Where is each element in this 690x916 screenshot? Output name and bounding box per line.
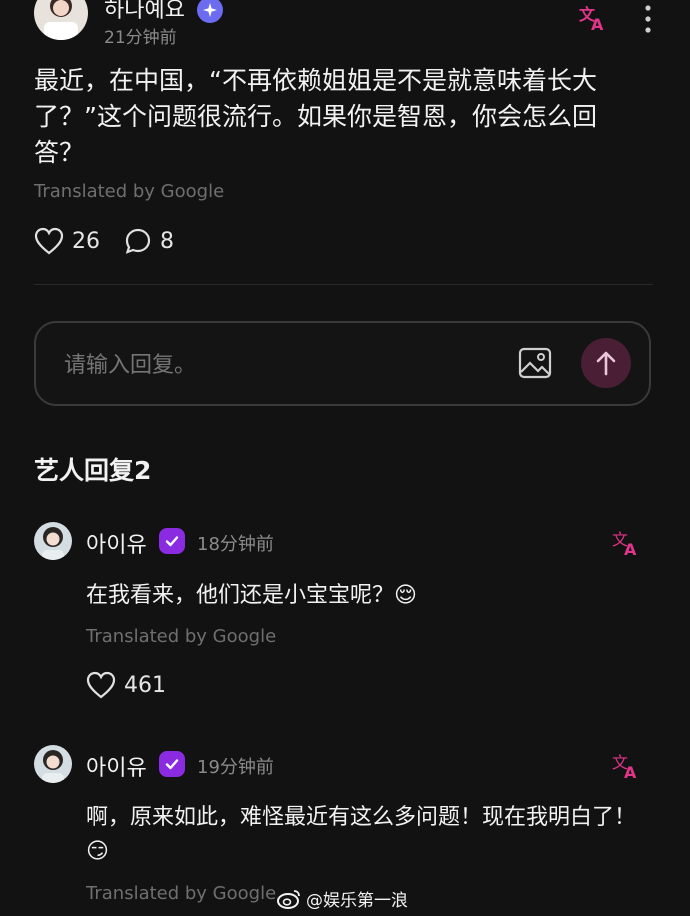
post-translated-label: Translated by Google [34, 181, 225, 202]
reply-text: 啊，原来如此，难怪最近有这么多问题！现在我明白了！ 😏 [86, 801, 646, 869]
reply-timestamp: 19分钟前 [197, 757, 274, 778]
post-text: 最近，在中国，“不再依赖姐姐是不是就意味着长大了？”这个问题很流行。如果你是智恩… [34, 66, 597, 167]
reply-avatar[interactable] [34, 522, 72, 560]
comment-icon [125, 228, 151, 254]
translate-icon[interactable]: 文 A [611, 527, 641, 561]
post-like-count: 26 [72, 228, 100, 254]
heart-icon [34, 227, 64, 255]
watermark: @娱乐第一浪 [276, 886, 408, 911]
reply-avatar[interactable] [34, 745, 72, 783]
reply-text-content: 在我看来，他们还是小宝宝呢？ [86, 583, 395, 608]
post-comment-count: 8 [160, 228, 174, 254]
reply-text-content: 啊，原来如此，难怪最近有这么多问题！现在我明白了！ [86, 805, 637, 830]
arrow-up-icon [596, 351, 616, 376]
reply-translated-label: Translated by Google [86, 626, 277, 647]
reply-like-button[interactable]: 461 [86, 671, 166, 699]
reply-input[interactable] [62, 344, 486, 386]
reply-timestamp: 18分钟前 [197, 534, 274, 555]
author-avatar[interactable] [34, 0, 88, 40]
image-icon[interactable] [518, 347, 552, 383]
translate-icon[interactable]: 文 A [578, 2, 608, 38]
heart-icon [86, 671, 116, 699]
divider [34, 284, 653, 285]
verified-badge-icon [197, 0, 223, 23]
translate-icon[interactable]: 文 A [611, 750, 641, 784]
reply-emoji: 😏 [86, 839, 109, 864]
svg-text:A: A [591, 15, 604, 32]
post-comment-button[interactable]: 8 [124, 227, 174, 255]
reply-text: 在我看来，他们还是小宝宝呢？😌 [86, 579, 646, 613]
svg-text:A: A [624, 763, 637, 780]
reply-author-name[interactable]: 아이유 [86, 750, 147, 782]
watermark-text: @娱乐第一浪 [306, 891, 408, 911]
reply-translated-label: Translated by Google [86, 883, 277, 904]
section-title: 艺人回复2 [34, 456, 152, 485]
send-button[interactable] [581, 338, 631, 388]
more-vert-icon[interactable] [641, 4, 655, 34]
reply-author-name[interactable]: 아이유 [86, 527, 147, 559]
verified-badge-icon [159, 751, 185, 777]
post-timestamp: 21分钟前 [104, 28, 177, 48]
svg-text:A: A [624, 540, 637, 557]
verified-badge-icon [159, 528, 185, 554]
reply-like-count: 461 [124, 672, 166, 698]
reply-emoji: 😌 [394, 583, 417, 608]
post-author-name[interactable]: 하나예요 [104, 0, 185, 24]
post-like-button[interactable]: 26 [34, 227, 100, 255]
weibo-logo-icon [277, 889, 300, 909]
